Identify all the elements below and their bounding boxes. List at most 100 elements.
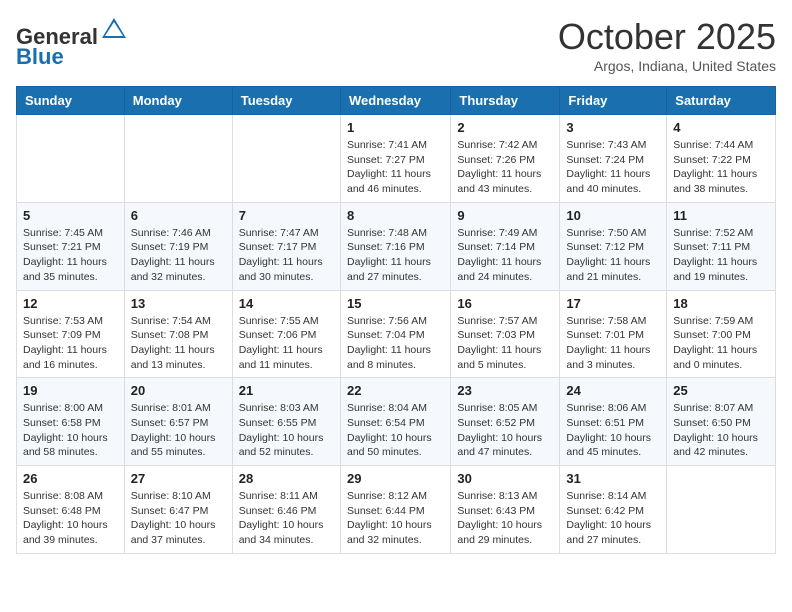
day-number: 28 xyxy=(239,471,334,486)
calendar-cell: 13 Sunrise: 7:54 AM Sunset: 7:08 PM Dayli… xyxy=(124,290,232,378)
calendar-header-thursday: Thursday xyxy=(451,87,560,115)
day-info: Sunrise: 8:10 AM Sunset: 6:47 PM Dayligh… xyxy=(131,489,226,548)
day-info: Sunrise: 7:42 AM Sunset: 7:26 PM Dayligh… xyxy=(457,138,553,197)
day-info: Sunrise: 7:43 AM Sunset: 7:24 PM Dayligh… xyxy=(566,138,660,197)
calendar-cell: 28 Sunrise: 8:11 AM Sunset: 6:46 PM Dayli… xyxy=(232,466,340,554)
day-info: Sunrise: 7:55 AM Sunset: 7:06 PM Dayligh… xyxy=(239,314,334,373)
day-info: Sunrise: 8:11 AM Sunset: 6:46 PM Dayligh… xyxy=(239,489,334,548)
calendar-cell: 15 Sunrise: 7:56 AM Sunset: 7:04 PM Dayli… xyxy=(340,290,450,378)
day-number: 16 xyxy=(457,296,553,311)
day-info: Sunrise: 7:54 AM Sunset: 7:08 PM Dayligh… xyxy=(131,314,226,373)
day-info: Sunrise: 7:45 AM Sunset: 7:21 PM Dayligh… xyxy=(23,226,118,285)
calendar-cell: 10 Sunrise: 7:50 AM Sunset: 7:12 PM Dayli… xyxy=(560,202,667,290)
month-title: October 2025 xyxy=(558,16,776,58)
day-info: Sunrise: 7:44 AM Sunset: 7:22 PM Dayligh… xyxy=(673,138,769,197)
calendar-cell: 8Sunrise: 7:48 AM Sunset: 7:16 PM Daylig… xyxy=(340,202,450,290)
day-number: 26 xyxy=(23,471,118,486)
day-info: Sunrise: 7:57 AM Sunset: 7:03 PM Dayligh… xyxy=(457,314,553,373)
calendar-cell: 4 Sunrise: 7:44 AM Sunset: 7:22 PM Daylig… xyxy=(667,115,776,203)
calendar-cell: 6 Sunrise: 7:46 AM Sunset: 7:19 PM Daylig… xyxy=(124,202,232,290)
calendar-header-saturday: Saturday xyxy=(667,87,776,115)
day-info: Sunrise: 7:56 AM Sunset: 7:04 PM Dayligh… xyxy=(347,314,444,373)
day-info: Sunrise: 8:03 AM Sunset: 6:55 PM Dayligh… xyxy=(239,401,334,460)
calendar-cell: 14 Sunrise: 7:55 AM Sunset: 7:06 PM Dayli… xyxy=(232,290,340,378)
day-info: Sunrise: 7:59 AM Sunset: 7:00 PM Dayligh… xyxy=(673,314,769,373)
calendar-cell: 22 Sunrise: 8:04 AM Sunset: 6:54 PM Dayli… xyxy=(340,378,450,466)
calendar-cell: 23 Sunrise: 8:05 AM Sunset: 6:52 PM Dayli… xyxy=(451,378,560,466)
day-info: Sunrise: 8:12 AM Sunset: 6:44 PM Dayligh… xyxy=(347,489,444,548)
day-info: Sunrise: 8:01 AM Sunset: 6:57 PM Dayligh… xyxy=(131,401,226,460)
day-number: 4 xyxy=(673,120,769,135)
calendar-cell: 16 Sunrise: 7:57 AM Sunset: 7:03 PM Dayli… xyxy=(451,290,560,378)
calendar-week-row: 26 Sunrise: 8:08 AM Sunset: 6:48 PM Dayli… xyxy=(17,466,776,554)
day-info: Sunrise: 7:41 AM Sunset: 7:27 PM Dayligh… xyxy=(347,138,444,197)
calendar-header-wednesday: Wednesday xyxy=(340,87,450,115)
calendar-header-row: SundayMondayTuesdayWednesdayThursdayFrid… xyxy=(17,87,776,115)
day-info: Sunrise: 7:53 AM Sunset: 7:09 PM Dayligh… xyxy=(23,314,118,373)
day-number: 17 xyxy=(566,296,660,311)
calendar-cell: 26 Sunrise: 8:08 AM Sunset: 6:48 PM Dayli… xyxy=(17,466,125,554)
day-number: 18 xyxy=(673,296,769,311)
calendar-cell: 3Sunrise: 7:43 AM Sunset: 7:24 PM Daylig… xyxy=(560,115,667,203)
calendar-cell: 2 Sunrise: 7:42 AM Sunset: 7:26 PM Daylig… xyxy=(451,115,560,203)
calendar-cell: 25 Sunrise: 8:07 AM Sunset: 6:50 PM Dayli… xyxy=(667,378,776,466)
day-number: 30 xyxy=(457,471,553,486)
day-number: 2 xyxy=(457,120,553,135)
calendar-cell xyxy=(124,115,232,203)
day-info: Sunrise: 8:00 AM Sunset: 6:58 PM Dayligh… xyxy=(23,401,118,460)
calendar-cell: 17 Sunrise: 7:58 AM Sunset: 7:01 PM Dayli… xyxy=(560,290,667,378)
calendar-cell xyxy=(232,115,340,203)
day-info: Sunrise: 8:08 AM Sunset: 6:48 PM Dayligh… xyxy=(23,489,118,548)
day-info: Sunrise: 8:13 AM Sunset: 6:43 PM Dayligh… xyxy=(457,489,553,548)
day-info: Sunrise: 8:05 AM Sunset: 6:52 PM Dayligh… xyxy=(457,401,553,460)
day-number: 9 xyxy=(457,208,553,223)
logo-icon xyxy=(100,16,128,44)
day-number: 20 xyxy=(131,383,226,398)
day-number: 5 xyxy=(23,208,118,223)
day-info: Sunrise: 8:07 AM Sunset: 6:50 PM Dayligh… xyxy=(673,401,769,460)
calendar-cell: 29 Sunrise: 8:12 AM Sunset: 6:44 PM Dayli… xyxy=(340,466,450,554)
calendar-header-friday: Friday xyxy=(560,87,667,115)
day-info: Sunrise: 7:49 AM Sunset: 7:14 PM Dayligh… xyxy=(457,226,553,285)
day-number: 13 xyxy=(131,296,226,311)
day-info: Sunrise: 7:50 AM Sunset: 7:12 PM Dayligh… xyxy=(566,226,660,285)
day-number: 14 xyxy=(239,296,334,311)
calendar-week-row: 12 Sunrise: 7:53 AM Sunset: 7:09 PM Dayli… xyxy=(17,290,776,378)
day-info: Sunrise: 7:46 AM Sunset: 7:19 PM Dayligh… xyxy=(131,226,226,285)
day-number: 6 xyxy=(131,208,226,223)
calendar-cell: 5 Sunrise: 7:45 AM Sunset: 7:21 PM Daylig… xyxy=(17,202,125,290)
page-header: General Blue October 2025 Argos, Indiana… xyxy=(16,16,776,74)
calendar-week-row: 1 Sunrise: 7:41 AM Sunset: 7:27 PM Daylig… xyxy=(17,115,776,203)
day-number: 23 xyxy=(457,383,553,398)
title-area: October 2025 Argos, Indiana, United Stat… xyxy=(558,16,776,74)
day-info: Sunrise: 7:48 AM Sunset: 7:16 PM Dayligh… xyxy=(347,226,444,285)
calendar-cell xyxy=(667,466,776,554)
calendar-cell: 18 Sunrise: 7:59 AM Sunset: 7:00 PM Dayli… xyxy=(667,290,776,378)
calendar-week-row: 5 Sunrise: 7:45 AM Sunset: 7:21 PM Daylig… xyxy=(17,202,776,290)
day-number: 31 xyxy=(566,471,660,486)
calendar-cell: 24Sunrise: 8:06 AM Sunset: 6:51 PM Dayli… xyxy=(560,378,667,466)
calendar-cell: 20 Sunrise: 8:01 AM Sunset: 6:57 PM Dayli… xyxy=(124,378,232,466)
calendar-cell: 31 Sunrise: 8:14 AM Sunset: 6:42 PM Dayli… xyxy=(560,466,667,554)
location-subtitle: Argos, Indiana, United States xyxy=(558,58,776,74)
day-number: 15 xyxy=(347,296,444,311)
day-number: 12 xyxy=(23,296,118,311)
calendar-cell: 27 Sunrise: 8:10 AM Sunset: 6:47 PM Dayli… xyxy=(124,466,232,554)
day-number: 21 xyxy=(239,383,334,398)
logo: General Blue xyxy=(16,16,128,69)
calendar-header-monday: Monday xyxy=(124,87,232,115)
day-number: 29 xyxy=(347,471,444,486)
calendar-week-row: 19 Sunrise: 8:00 AM Sunset: 6:58 PM Dayli… xyxy=(17,378,776,466)
day-number: 25 xyxy=(673,383,769,398)
day-number: 19 xyxy=(23,383,118,398)
day-info: Sunrise: 8:14 AM Sunset: 6:42 PM Dayligh… xyxy=(566,489,660,548)
day-number: 27 xyxy=(131,471,226,486)
day-number: 10 xyxy=(566,208,660,223)
day-number: 22 xyxy=(347,383,444,398)
calendar-cell: 1 Sunrise: 7:41 AM Sunset: 7:27 PM Daylig… xyxy=(340,115,450,203)
calendar-cell: 12 Sunrise: 7:53 AM Sunset: 7:09 PM Dayli… xyxy=(17,290,125,378)
day-number: 1 xyxy=(347,120,444,135)
calendar-cell: 19 Sunrise: 8:00 AM Sunset: 6:58 PM Dayli… xyxy=(17,378,125,466)
day-info: Sunrise: 7:58 AM Sunset: 7:01 PM Dayligh… xyxy=(566,314,660,373)
day-info: Sunrise: 8:04 AM Sunset: 6:54 PM Dayligh… xyxy=(347,401,444,460)
